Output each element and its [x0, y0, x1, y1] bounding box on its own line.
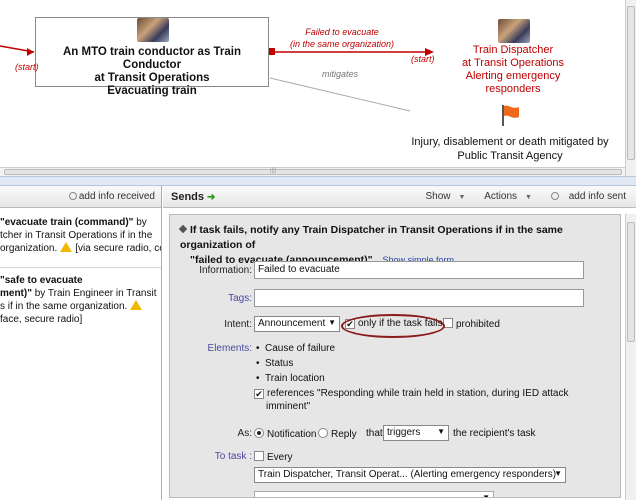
tags-label: Tags: [228, 293, 252, 304]
conductor-avatar [137, 18, 169, 42]
every-option[interactable]: Every [254, 451, 293, 463]
chevron-down-icon: ▼ [458, 194, 466, 201]
receives-panel: add info received "evacuate train (comma… [0, 186, 162, 500]
dispatcher-avatar [498, 19, 530, 43]
chevron-down-icon: ▼ [525, 194, 532, 201]
dispatcher-node-line1: Train Dispatcher [472, 44, 554, 56]
mitigates-label: mitigates [322, 69, 359, 79]
as-label: As: [237, 428, 252, 439]
dispatcher-node-line3: Alerting emergency responders [465, 70, 561, 95]
tags-field[interactable] [254, 289, 584, 307]
element-item: Status [256, 358, 293, 369]
conductor-node-line2: at Transit Operations [94, 72, 210, 84]
conductor-task-node[interactable]: An MTO train conductor as Train Conducto… [35, 17, 269, 97]
sends-vertical-scrollbar[interactable] [625, 214, 636, 500]
recipient-task-label: the recipient's task [453, 428, 536, 439]
receives-header: add info received [0, 186, 161, 208]
chevron-down-icon: ▼ [482, 493, 490, 498]
warning-icon [60, 242, 73, 252]
references-option[interactable]: ✔ references "Responding while train held… [254, 387, 594, 413]
elements-label: Elements: [207, 343, 252, 354]
sends-title: Sends [171, 191, 205, 203]
flag-icon [502, 105, 519, 126]
dispatcher-task-node[interactable]: Train Dispatcher at Transit Operations A… [438, 44, 588, 96]
to-task-label: To task : [214, 451, 252, 462]
intent-label: Intent: [224, 319, 252, 330]
start-label-left: (start) [15, 62, 39, 72]
information-label: Information: [199, 265, 252, 276]
warning-icon [130, 300, 143, 310]
plan-diagram[interactable]: An MTO train conductor as Train Conducto… [0, 0, 636, 176]
conductor-node-line1: An MTO train conductor as Train Conducto… [62, 46, 242, 71]
element-item: Train location [256, 373, 325, 384]
element-item: Cause of failure [256, 343, 335, 354]
chevron-down-icon: ▼ [328, 318, 336, 327]
sends-panel: Sends ➜ Show ▼ Actions ▼ add info sent If t… [163, 186, 636, 500]
sends-arrow-icon: ➜ [207, 192, 216, 203]
flow-label-line1[interactable]: Failed to evacuate [302, 27, 382, 37]
diagram-horizontal-scrollbar[interactable]: |||| [0, 167, 625, 176]
actions-menu[interactable]: Actions ▼ [476, 191, 532, 202]
partial-select[interactable]: ▼ [254, 491, 494, 498]
flow-label-line2[interactable]: (in the same organization) [287, 39, 397, 49]
add-info-sent-link[interactable]: add info sent [543, 191, 626, 202]
risk-node-line2: Public Transit Agency [457, 150, 563, 162]
dispatcher-node-line2: at Transit Operations [461, 57, 565, 69]
highlight-ellipse [341, 314, 445, 338]
panel-splitter[interactable] [0, 176, 636, 186]
trigger-select[interactable]: triggers ▼ [383, 425, 449, 441]
reply-option[interactable]: Reply [318, 428, 357, 440]
conductor-node-line3: Evacuating train [107, 85, 197, 97]
send-flow-form: If task fails, notify any Train Dispatch… [169, 214, 621, 498]
add-info-icon [550, 192, 559, 200]
collapse-icon [178, 224, 188, 234]
add-info-received-link[interactable]: add info received [68, 186, 155, 208]
notification-radio[interactable] [254, 428, 264, 438]
add-info-icon [68, 192, 77, 200]
chevron-down-icon: ▼ [554, 469, 562, 478]
intent-select[interactable]: Announcement ▼ [254, 316, 340, 332]
risk-node-line1: Injury, disablement or death mitigated b… [411, 136, 609, 148]
to-task-select[interactable]: Train Dispatcher, Transit Operat... (Ale… [254, 467, 566, 483]
references-checkbox[interactable]: ✔ [254, 389, 264, 399]
notification-option[interactable]: Notification [254, 428, 316, 440]
start-label-right: (start) [411, 54, 435, 64]
sends-header: Sends ➜ Show ▼ Actions ▼ add info sent [163, 186, 636, 208]
show-menu[interactable]: Show ▼ [417, 191, 465, 202]
prohibited-option[interactable]: prohibited [443, 318, 500, 330]
chevron-down-icon: ▼ [437, 427, 445, 436]
every-checkbox[interactable] [254, 451, 264, 461]
reply-radio[interactable] [318, 428, 328, 438]
risk-node[interactable]: Injury, disablement or death mitigated b… [410, 135, 610, 163]
information-field[interactable]: Failed to evacuate [254, 261, 584, 279]
received-item[interactable]: "evacuate train (command)" by tcher in T… [0, 208, 161, 268]
diagram-vertical-scrollbar[interactable] [625, 0, 636, 176]
received-item[interactable]: "safe to evacuate ment)" by Train Engine… [0, 268, 161, 338]
that-label: that [366, 428, 383, 439]
